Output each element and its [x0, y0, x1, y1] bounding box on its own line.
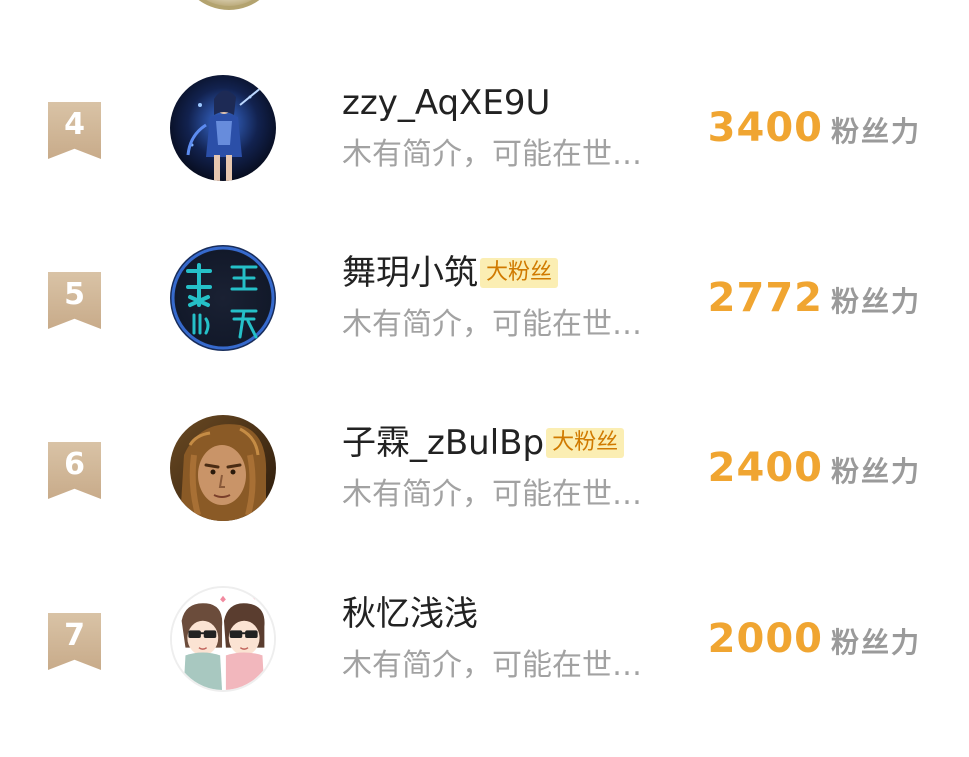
big-fan-badge: 大粉丝 — [480, 258, 559, 288]
user-name[interactable]: 秋忆浅浅 — [342, 592, 478, 636]
rank-badge: 5 — [48, 272, 101, 329]
user-name-line: 子霖_zBulBp 大粉丝 — [342, 421, 625, 465]
user-avatar[interactable] — [170, 586, 276, 692]
user-name[interactable]: 舞玥小筑 — [342, 251, 478, 295]
user-name[interactable]: zzy_AqXE9U — [342, 81, 550, 125]
ranking-row[interactable]: 5 舞玥小筑 大粉丝 木有简介，可能在世… 2772 粉丝力 — [0, 245, 969, 395]
previous-entry-avatar[interactable] — [178, 0, 280, 10]
rank-number: 7 — [64, 618, 85, 653]
user-avatar[interactable] — [170, 75, 276, 181]
fantasy-warrior-woman-avatar-icon — [170, 75, 276, 181]
score-unit: 粉丝力 — [830, 626, 921, 659]
calligraphy-text-avatar-icon — [170, 245, 276, 351]
user-bio: 木有简介，可能在世… — [342, 307, 642, 342]
user-name-line: 秋忆浅浅 — [342, 592, 478, 636]
long-hair-man-portrait-avatar-icon — [170, 415, 276, 521]
fan-power-score: 2000 粉丝力 — [708, 616, 921, 662]
fan-power-score: 2400 粉丝力 — [708, 445, 921, 491]
score-value: 2772 — [707, 275, 823, 321]
user-name-line: 舞玥小筑 大粉丝 — [342, 251, 559, 295]
rank-badge: 4 — [48, 102, 101, 159]
fan-power-score: 2772 粉丝力 — [708, 275, 921, 321]
rank-number: 5 — [64, 277, 85, 312]
ranking-row[interactable]: 4 zzy_AqXE9U 木有简介，可能在世… 3400 粉丝力 — [0, 75, 969, 225]
rank-badge: 7 — [48, 613, 101, 670]
ranking-row[interactable]: 6 子霖_zBulBp 大粉丝 木有简介，可能在世… 2400 粉丝力 — [0, 415, 969, 565]
score-unit: 粉丝力 — [830, 455, 921, 488]
score-unit: 粉丝力 — [830, 285, 921, 318]
user-bio: 木有简介，可能在世… — [342, 477, 642, 512]
user-name[interactable]: 子霖_zBulBp — [342, 421, 544, 465]
user-bio: 木有简介，可能在世… — [342, 137, 642, 172]
score-unit: 粉丝力 — [830, 115, 921, 148]
rank-number: 4 — [64, 107, 85, 142]
rank-badge: 6 — [48, 442, 101, 499]
user-bio: 木有简介，可能在世… — [342, 648, 642, 683]
cartoon-couple-sunglasses-avatar-icon — [172, 588, 274, 690]
fan-power-score: 3400 粉丝力 — [708, 105, 921, 151]
fan-ranking-list: 4 zzy_AqXE9U 木有简介，可能在世… 3400 粉丝力 5 舞玥小筑 … — [0, 0, 969, 757]
big-fan-badge: 大粉丝 — [546, 428, 625, 458]
score-value: 3400 — [707, 105, 823, 151]
rank-number: 6 — [64, 447, 85, 482]
user-name-line: zzy_AqXE9U — [342, 81, 550, 125]
user-avatar[interactable] — [170, 415, 276, 521]
score-value: 2000 — [707, 616, 823, 662]
ranking-row[interactable]: 7 秋忆浅浅 木有简介，可能在世… 2000 粉丝力 — [0, 586, 969, 736]
score-value: 2400 — [707, 445, 823, 491]
user-avatar[interactable] — [170, 245, 276, 351]
